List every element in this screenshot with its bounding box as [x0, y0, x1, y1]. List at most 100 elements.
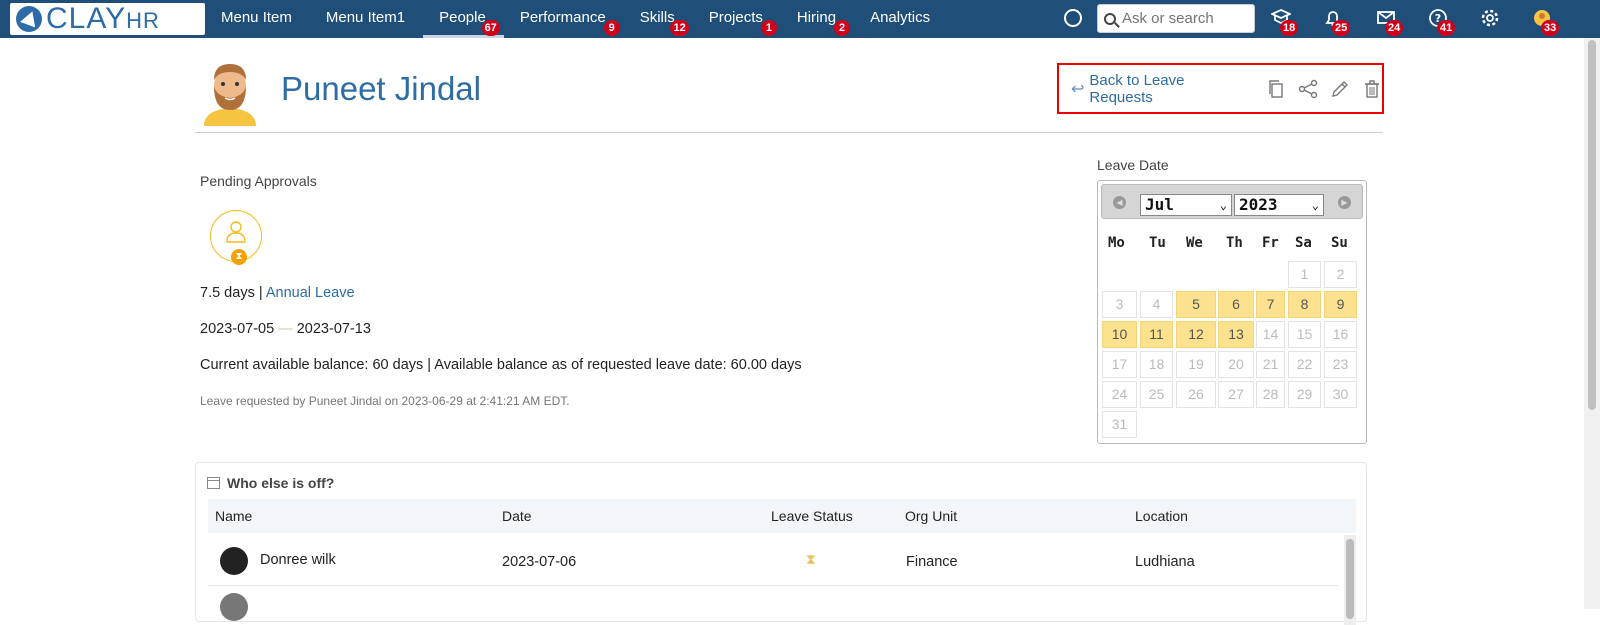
- nav-item-performance[interactable]: Performance 9: [504, 0, 624, 38]
- clayhr-logo[interactable]: CLAYHR: [10, 2, 205, 35]
- row-org: Finance: [906, 554, 958, 570]
- calendar-day[interactable]: 25: [1140, 381, 1173, 408]
- calendar-day[interactable]: 15: [1288, 321, 1321, 348]
- calendar-day[interactable]: 20: [1218, 351, 1254, 378]
- calendar-day[interactable]: 14: [1256, 321, 1285, 348]
- page-scroll-thumb[interactable]: [1588, 40, 1596, 410]
- calendar-day[interactable]: 17: [1102, 351, 1137, 378]
- calendar-day[interactable]: 3: [1102, 291, 1137, 318]
- nav-item-projects[interactable]: Projects 1: [693, 0, 781, 38]
- calendar-day[interactable]: 21: [1256, 351, 1285, 378]
- weekday-label: Mo: [1108, 235, 1125, 251]
- weekday-label: We: [1186, 235, 1203, 251]
- calendar-day[interactable]: 6: [1218, 291, 1254, 318]
- col-leave-status[interactable]: Leave Status: [771, 508, 853, 524]
- table-header: Name Date Leave Status Org Unit Location: [208, 499, 1356, 533]
- row-name: Donree wilk: [260, 552, 336, 568]
- weekday-label: Sa: [1295, 235, 1312, 251]
- search-box[interactable]: [1097, 4, 1255, 33]
- user-icon: [226, 221, 246, 243]
- weekday-label: Su: [1331, 235, 1348, 251]
- logo-text: CLAYHR: [46, 2, 160, 35]
- calendar-day[interactable]: 5: [1176, 291, 1216, 318]
- weekday-label: Th: [1226, 235, 1243, 251]
- col-name[interactable]: Name: [215, 508, 252, 524]
- learning-count-badge: 18: [1280, 20, 1299, 36]
- employee-name: Puneet Jindal: [281, 70, 481, 107]
- alarm-clock-icon[interactable]: [1064, 9, 1082, 27]
- share-icon[interactable]: [1298, 79, 1318, 99]
- bell-icon[interactable]: 25: [1322, 8, 1351, 36]
- calendar-day[interactable]: 8: [1288, 291, 1321, 318]
- calendar-day[interactable]: 13: [1218, 321, 1254, 348]
- user-avatar-icon[interactable]: 33: [1531, 8, 1560, 36]
- calendar-day[interactable]: 27: [1218, 381, 1254, 408]
- people-count-badge: 67: [481, 20, 500, 36]
- skills-count-badge: 12: [670, 20, 689, 36]
- requested-by-note: Leave requested by Puneet Jindal on 2023…: [200, 394, 570, 408]
- help-count-badge: 41: [1437, 20, 1456, 36]
- nav-item-people[interactable]: People 67: [423, 0, 504, 38]
- calendar-day[interactable]: 1: [1288, 261, 1321, 288]
- calendar-day[interactable]: 19: [1176, 351, 1216, 378]
- page-scrollbar[interactable]: [1584, 38, 1600, 609]
- calendar-day[interactable]: 29: [1288, 381, 1321, 408]
- logo-mark-icon: [16, 6, 42, 32]
- calendar-day[interactable]: 26: [1176, 381, 1216, 408]
- projects-count-badge: 1: [760, 20, 777, 36]
- calendar-day[interactable]: 31: [1102, 411, 1137, 438]
- prev-month-icon[interactable]: ◀: [1113, 196, 1126, 209]
- hourglass-icon: ⧗: [231, 249, 247, 265]
- help-icon[interactable]: ? 41: [1427, 8, 1456, 36]
- back-to-leave-requests-link[interactable]: ↩ Back to Leave Requests: [1071, 72, 1250, 106]
- calendar-day[interactable]: 9: [1324, 291, 1357, 318]
- nav-item-hiring[interactable]: Hiring 2: [781, 0, 854, 38]
- hourglass-icon: ⧗: [806, 551, 816, 567]
- pending-approvals-label: Pending Approvals: [200, 173, 317, 189]
- learning-icon[interactable]: 18: [1269, 8, 1299, 36]
- edit-icon[interactable]: [1330, 79, 1350, 99]
- avatar: [220, 593, 248, 621]
- year-select[interactable]: 2023 ⌄: [1234, 194, 1324, 216]
- table-scrollbar[interactable]: [1344, 535, 1356, 625]
- calendar-day[interactable]: 7: [1256, 291, 1285, 318]
- col-location[interactable]: Location: [1135, 508, 1188, 524]
- nav-item-menu-item[interactable]: Menu Item: [205, 0, 310, 38]
- weekday-label: Tu: [1149, 235, 1166, 251]
- calendar-day[interactable]: 22: [1288, 351, 1321, 378]
- back-arrow-icon: ↩: [1071, 80, 1085, 98]
- table-row[interactable]: Donree wilk 2023-07-06 ⧗ Finance Ludhian…: [208, 537, 1338, 586]
- nav-item-analytics[interactable]: Analytics: [854, 0, 948, 38]
- gear-icon[interactable]: [1479, 8, 1501, 30]
- calendar-day[interactable]: 2: [1324, 261, 1357, 288]
- leave-summary: 7.5 days | Annual Leave: [200, 285, 355, 301]
- calendar-day[interactable]: 11: [1140, 321, 1173, 348]
- calendar-day[interactable]: 23: [1324, 351, 1357, 378]
- calendar-day[interactable]: 16: [1324, 321, 1357, 348]
- leave-type-link[interactable]: Annual Leave: [266, 285, 355, 301]
- scroll-thumb[interactable]: [1346, 539, 1354, 619]
- calendar-day[interactable]: 4: [1140, 291, 1173, 318]
- mail-icon[interactable]: 24: [1375, 8, 1404, 36]
- chevron-down-icon: ⌄: [1311, 198, 1319, 212]
- header-divider: [195, 132, 1383, 133]
- calendar-day[interactable]: 10: [1102, 321, 1137, 348]
- pending-approver[interactable]: ⧗: [210, 210, 262, 265]
- calendar-day[interactable]: 18: [1140, 351, 1173, 378]
- copy-icon[interactable]: [1266, 79, 1286, 99]
- calendar-day[interactable]: 30: [1324, 381, 1357, 408]
- calendar-day[interactable]: 24: [1102, 381, 1137, 408]
- calendar-day[interactable]: 12: [1176, 321, 1216, 348]
- col-date[interactable]: Date: [502, 508, 532, 524]
- employee-avatar: [200, 60, 260, 128]
- next-month-icon[interactable]: ▶: [1338, 196, 1351, 209]
- calendar-day[interactable]: 28: [1256, 381, 1285, 408]
- trash-icon[interactable]: [1362, 79, 1382, 99]
- nav-item-skills[interactable]: Skills 12: [624, 0, 693, 38]
- search-input[interactable]: [1122, 10, 1252, 27]
- leave-range: 2023-07-05 — 2023-07-13: [200, 321, 371, 337]
- col-org-unit[interactable]: Org Unit: [905, 508, 957, 524]
- month-select[interactable]: Jul ⌄: [1140, 194, 1232, 216]
- chevron-down-icon: ⌄: [1219, 198, 1227, 212]
- nav-item-menu-item1[interactable]: Menu Item1: [310, 0, 423, 38]
